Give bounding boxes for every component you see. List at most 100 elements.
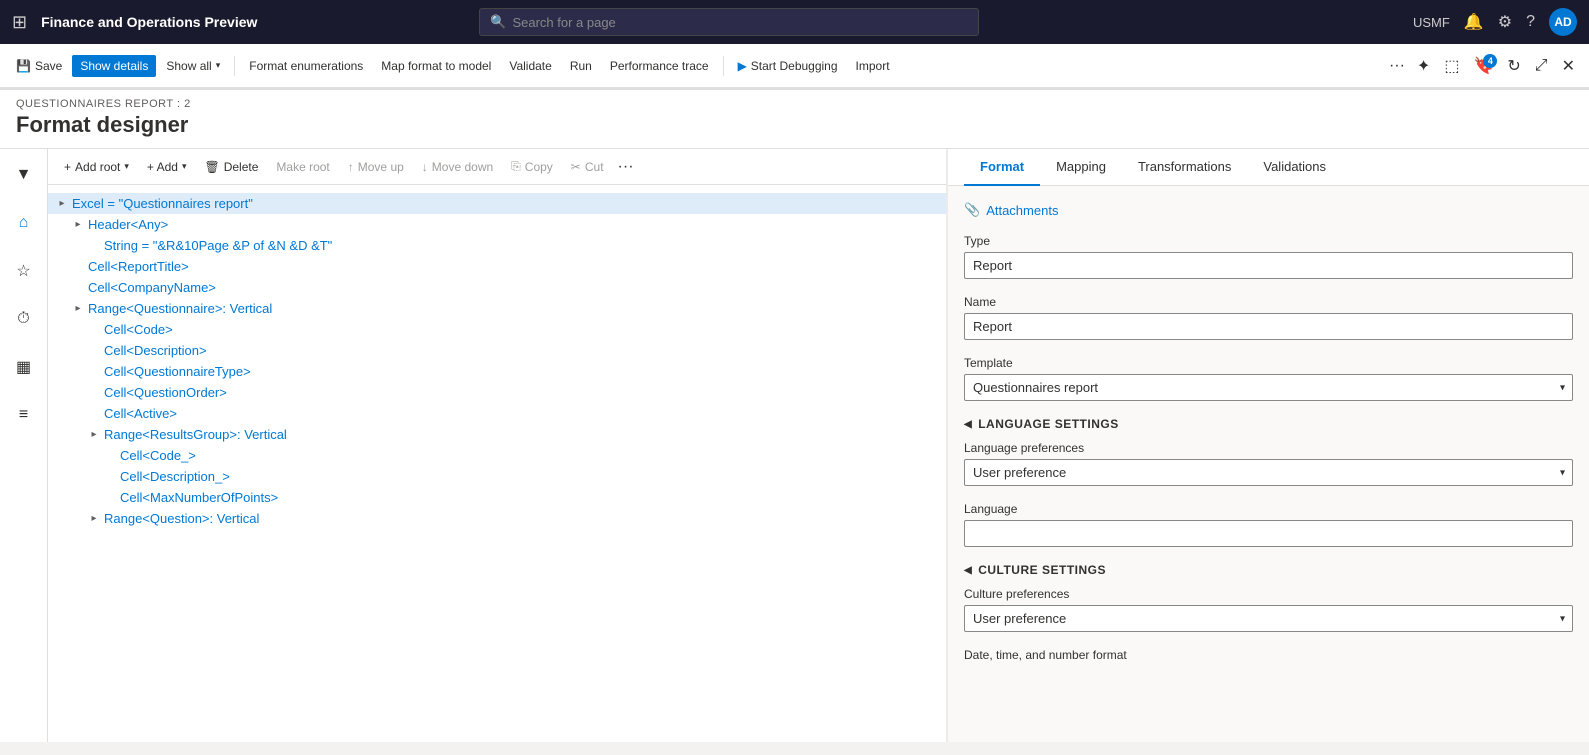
language-prefs-select[interactable]: User preference: [964, 459, 1573, 486]
tree-label-companyname: Cell<CompanyName>: [88, 280, 216, 295]
move-down-button[interactable]: ↓ Move down: [414, 156, 501, 178]
layout-icon[interactable]: ⬚: [1438, 56, 1465, 76]
show-details-button[interactable]: Show details: [72, 55, 156, 77]
delete-button[interactable]: 🗑 Delete: [196, 156, 266, 178]
workspace-icon[interactable]: ▦: [8, 351, 40, 383]
attachments-link[interactable]: 📎 Attachments: [964, 202, 1573, 218]
move-up-button[interactable]: ↑ Move up: [340, 156, 412, 178]
tab-format[interactable]: Format: [964, 149, 1040, 186]
add-chevron-icon: ▾: [182, 161, 187, 172]
notification-icon[interactable]: 🔔: [1464, 12, 1484, 32]
copy-button[interactable]: ⎘ Copy: [503, 155, 561, 178]
template-select[interactable]: Questionnaires report: [964, 374, 1573, 401]
tree-content: ▸ Excel = "Questionnaires report" ▸ Head…: [48, 185, 946, 742]
search-input[interactable]: [512, 15, 968, 30]
name-label: Name: [964, 295, 1573, 309]
language-settings-header[interactable]: ◀ LANGUAGE SETTINGS: [964, 417, 1573, 431]
tree-row-code[interactable]: Cell<Code>: [48, 319, 946, 340]
format-enumerations-button[interactable]: Format enumerations: [241, 55, 371, 77]
tab-validations[interactable]: Validations: [1247, 149, 1342, 186]
history-icon[interactable]: ⏱: [8, 303, 40, 335]
make-root-button[interactable]: Make root: [268, 156, 337, 178]
top-navigation: ⊞ Finance and Operations Preview 🔍 USMF …: [0, 0, 1589, 44]
cut-icon: ✂: [571, 160, 581, 174]
tree-row-excel[interactable]: ▸ Excel = "Questionnaires report": [48, 193, 946, 214]
tree-row-code2[interactable]: Cell<Code_>: [48, 445, 946, 466]
tree-label-questionorder: Cell<QuestionOrder>: [104, 385, 227, 400]
tree-row-active[interactable]: Cell<Active>: [48, 403, 946, 424]
save-button[interactable]: 💾 Save: [8, 55, 70, 77]
import-button[interactable]: Import: [848, 55, 898, 77]
list-icon[interactable]: ≡: [8, 399, 40, 431]
tree-row-questionnaire[interactable]: ▸ Range<Questionnaire>: Vertical: [48, 298, 946, 319]
side-navigation: ▼ ⌂ ☆ ⏱ ▦ ≡: [0, 149, 48, 742]
map-format-button[interactable]: Map format to model: [373, 55, 499, 77]
help-icon[interactable]: ?: [1526, 13, 1535, 31]
tree-label-questionnairetype: Cell<QuestionnaireType>: [104, 364, 251, 379]
tree-toggle-resultsgroup[interactable]: ▸: [88, 429, 100, 441]
puzzle-icon[interactable]: ✦: [1411, 56, 1436, 76]
template-field-group: Template Questionnaires report ▾: [964, 356, 1573, 401]
expand-window-icon[interactable]: ⤢: [1529, 57, 1554, 75]
settings-icon[interactable]: ⚙: [1498, 12, 1512, 32]
tree-row-questionorder[interactable]: Cell<QuestionOrder>: [48, 382, 946, 403]
search-bar[interactable]: 🔍: [479, 8, 979, 36]
culture-prefs-field-group: Culture preferences User preference ▾: [964, 587, 1573, 632]
cut-button[interactable]: ✂ Cut: [563, 156, 612, 178]
tree-toggle-questionnaire[interactable]: ▸: [72, 303, 84, 315]
culture-prefs-label: Culture preferences: [964, 587, 1573, 601]
tree-row-description[interactable]: Cell<Description>: [48, 340, 946, 361]
run-button[interactable]: Run: [562, 55, 600, 77]
user-avatar[interactable]: AD: [1549, 8, 1577, 36]
add-root-button[interactable]: + Add root ▾: [56, 156, 137, 178]
search-icon: 🔍: [490, 14, 506, 30]
show-all-button[interactable]: Show all ▾: [158, 55, 228, 77]
tree-label-questionnaire: Range<Questionnaire>: Vertical: [88, 301, 272, 316]
close-icon[interactable]: ✕: [1556, 56, 1581, 76]
tree-label-resultsgroup: Range<ResultsGroup>: Vertical: [104, 427, 287, 442]
performance-trace-button[interactable]: Performance trace: [602, 55, 717, 77]
toolbar-separator-2: [723, 56, 724, 76]
language-prefs-select-wrapper: User preference ▾: [964, 459, 1573, 486]
tree-label-active: Cell<Active>: [104, 406, 177, 421]
tab-transformations[interactable]: Transformations: [1122, 149, 1247, 186]
tree-label-excel: Excel = "Questionnaires report": [72, 196, 253, 211]
name-field-group: Name: [964, 295, 1573, 340]
language-input[interactable]: [964, 520, 1573, 547]
tree-more-button[interactable]: ···: [614, 158, 638, 176]
start-debugging-button[interactable]: ▶ Start Debugging: [730, 55, 846, 77]
breadcrumb: QUESTIONNAIRES REPORT : 2: [16, 98, 1573, 110]
grid-icon[interactable]: ⊞: [12, 12, 27, 33]
badge-icon[interactable]: 🔖 4: [1467, 56, 1499, 76]
culture-settings-header[interactable]: ◀ CULTURE SETTINGS: [964, 563, 1573, 577]
validate-button[interactable]: Validate: [501, 55, 559, 77]
more-options-button[interactable]: ···: [1385, 57, 1409, 75]
add-button[interactable]: + Add ▾: [139, 156, 195, 178]
tree-toggle-question[interactable]: ▸: [88, 513, 100, 525]
tree-row-string[interactable]: String = "&R&10Page &P of &N &D &T": [48, 235, 946, 256]
tree-row-questionnairetype[interactable]: Cell<QuestionnaireType>: [48, 361, 946, 382]
tree-row-maxpoints[interactable]: Cell<MaxNumberOfPoints>: [48, 487, 946, 508]
tree-row-companyname[interactable]: Cell<CompanyName>: [48, 277, 946, 298]
tree-label-description2: Cell<Description_>: [120, 469, 230, 484]
home-icon[interactable]: ⌂: [8, 207, 40, 239]
type-input[interactable]: [964, 252, 1573, 279]
add-root-chevron-icon: ▾: [124, 161, 129, 172]
tree-toggle-excel[interactable]: ▸: [56, 198, 68, 210]
star-icon[interactable]: ☆: [8, 255, 40, 287]
name-input[interactable]: [964, 313, 1573, 340]
tab-mapping[interactable]: Mapping: [1040, 149, 1122, 186]
tree-row-description2[interactable]: Cell<Description_>: [48, 466, 946, 487]
language-label: Language: [964, 502, 1573, 516]
type-label: Type: [964, 234, 1573, 248]
culture-prefs-select[interactable]: User preference: [964, 605, 1573, 632]
filter-icon[interactable]: ▼: [8, 159, 40, 191]
tree-row-question[interactable]: ▸ Range<Question>: Vertical: [48, 508, 946, 529]
refresh-icon[interactable]: ↻: [1501, 56, 1526, 76]
tree-row-header[interactable]: ▸ Header<Any>: [48, 214, 946, 235]
tree-label-description: Cell<Description>: [104, 343, 207, 358]
main-toolbar-area: 💾 Save Show details Show all ▾ Format en…: [0, 44, 1589, 90]
tree-row-reporttitle[interactable]: Cell<ReportTitle>: [48, 256, 946, 277]
tree-toggle-header[interactable]: ▸: [72, 219, 84, 231]
tree-row-resultsgroup[interactable]: ▸ Range<ResultsGroup>: Vertical: [48, 424, 946, 445]
